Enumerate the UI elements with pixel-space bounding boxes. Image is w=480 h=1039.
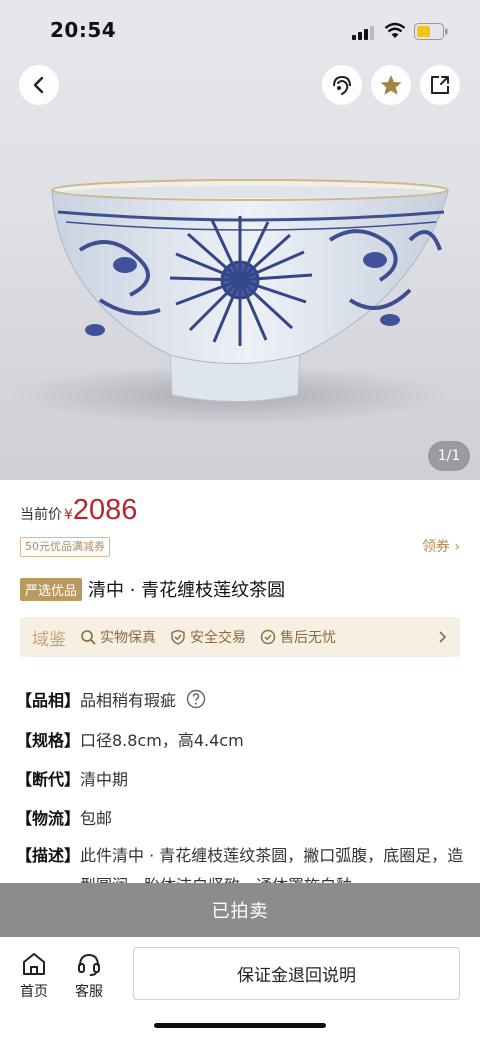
star-icon	[380, 75, 402, 95]
price-label: 当前价	[20, 507, 62, 523]
detail-period: 【断代】 清中期	[16, 763, 128, 793]
deposit-refund-button[interactable]: 保证金退回说明	[133, 947, 460, 1000]
status-bar: 20:54	[0, 0, 480, 62]
headset-icon	[78, 953, 100, 976]
share-icon	[431, 76, 449, 94]
chevron-left-icon	[33, 76, 44, 94]
detail-key: 【断代】	[16, 770, 81, 789]
product-image[interactable]	[0, 150, 480, 430]
detail-value: 品相稍有瑕疵	[80, 691, 177, 710]
check-circle-icon	[260, 629, 276, 645]
coupon-tag: 50元优品满减券	[20, 537, 110, 557]
detail-size: 【规格】 口径8.8cm，高4.4cm	[16, 724, 244, 754]
home-indicator	[154, 1023, 326, 1028]
status-time: 20:54	[50, 18, 117, 42]
favorite-button[interactable]	[371, 65, 411, 105]
nav-home[interactable]: 首页	[12, 951, 56, 1001]
signal-icon	[352, 26, 374, 40]
share-button[interactable]	[420, 65, 460, 105]
image-counter: 1/1	[428, 441, 470, 471]
back-button[interactable]	[19, 65, 59, 105]
detail-key: 【品相】	[16, 691, 81, 710]
get-coupon-link[interactable]: 领券 ›	[422, 537, 460, 557]
guarantee-authentic: 实物保真	[80, 627, 156, 647]
shield-check-icon	[171, 629, 185, 645]
nav-customer-service[interactable]: 客服	[67, 951, 111, 1001]
product-title: 清中 · 青花缠枝莲纹茶圆	[88, 580, 286, 601]
home-icon	[23, 953, 45, 975]
selection-badge: 严选优品	[20, 577, 83, 601]
detail-value: 口径8.8cm，高4.4cm	[80, 731, 244, 750]
detail-value: 清中期	[80, 770, 129, 789]
price-currency: ¥	[64, 507, 73, 523]
guarantee-aftersales: 售后无忧	[260, 627, 336, 647]
product-image-area[interactable]: 20:54 1/1	[0, 0, 480, 480]
detail-condition: 【品相】 品相稍有瑕疵	[16, 684, 206, 714]
wifi-icon	[384, 22, 406, 38]
guarantee-aftersales-label: 售后无忧	[280, 630, 336, 646]
detail-value: 包邮	[80, 809, 113, 828]
detail-key: 【物流】	[16, 809, 81, 828]
battery-icon	[414, 23, 448, 40]
sold-status-bar: 已拍卖	[0, 883, 480, 937]
detail-shipping: 【物流】 包邮	[16, 802, 112, 832]
guarantee-authentic-label: 实物保真	[100, 630, 156, 646]
nav-home-label: 首页	[20, 984, 48, 1000]
headset-icon	[333, 75, 351, 95]
customer-service-button[interactable]	[322, 65, 362, 105]
guarantee-brand: 域鉴	[32, 629, 66, 650]
chevron-right-icon	[439, 631, 447, 643]
price-value: 2086	[72, 494, 138, 526]
product-title-row: 严选优品 清中 · 青花缠枝莲纹茶圆	[20, 574, 285, 604]
bottom-nav: 首页 客服 保证金退回说明	[0, 937, 480, 1039]
nav-service-label: 客服	[75, 984, 103, 1000]
price-row: 当前价 ¥ 2086	[20, 494, 137, 530]
help-icon[interactable]	[186, 689, 206, 709]
guarantee-bar[interactable]: 域鉴 实物保真 安全交易 售后无忧	[20, 617, 460, 657]
detail-key: 【规格】	[16, 731, 81, 750]
guarantee-secure-label: 安全交易	[190, 630, 246, 646]
guarantee-secure: 安全交易	[170, 627, 246, 647]
search-icon	[81, 630, 96, 645]
